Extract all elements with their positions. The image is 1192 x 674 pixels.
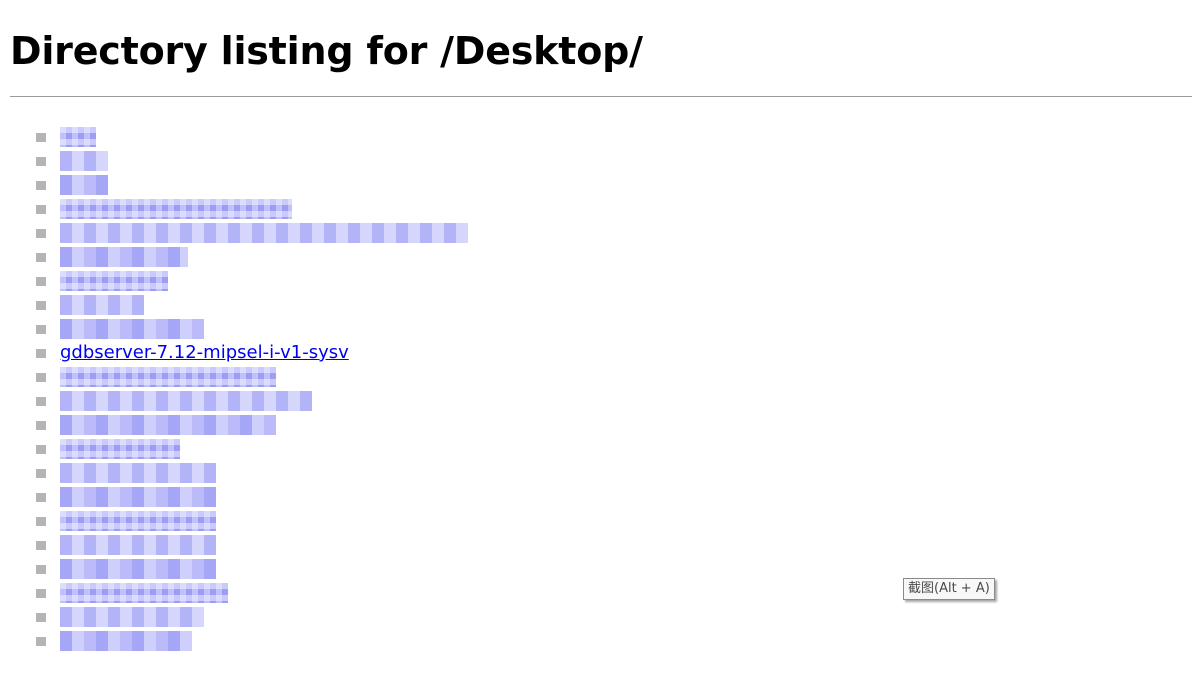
redacted-entry-link[interactable]	[60, 487, 216, 507]
bullet-icon	[36, 181, 46, 190]
redacted-entry-link[interactable]	[60, 175, 108, 195]
list-item	[0, 149, 520, 173]
bullet-icon	[36, 229, 46, 238]
redacted-entry-link[interactable]	[60, 127, 96, 147]
redacted-entry-link[interactable]	[60, 463, 216, 483]
bullet-icon	[36, 493, 46, 502]
bullet-icon	[36, 277, 46, 286]
bullet-icon	[36, 445, 46, 454]
list-item	[0, 581, 520, 605]
redacted-entry-link[interactable]	[60, 367, 276, 387]
redacted-entry-link[interactable]	[60, 199, 292, 219]
redacted-entry-link[interactable]	[60, 535, 216, 555]
list-item	[0, 317, 520, 341]
bullet-icon	[36, 613, 46, 622]
redacted-entry-link[interactable]	[60, 271, 168, 291]
list-item	[0, 437, 520, 461]
bullet-icon	[36, 541, 46, 550]
title-divider	[10, 96, 1192, 97]
list-item: gdbserver-7.12-mipsel-i-v1-sysv	[0, 341, 520, 365]
list-item	[0, 269, 520, 293]
bullet-icon	[36, 469, 46, 478]
redacted-entry-link[interactable]	[60, 295, 144, 315]
page-title: Directory listing for /Desktop/	[10, 29, 643, 73]
redacted-entry-link[interactable]	[60, 559, 216, 579]
list-item	[0, 221, 520, 245]
list-item	[0, 509, 520, 533]
bullet-icon	[36, 349, 46, 358]
redacted-entry-link[interactable]	[60, 319, 204, 339]
bullet-icon	[36, 325, 46, 334]
bullet-icon	[36, 637, 46, 646]
redacted-entry-link[interactable]	[60, 151, 108, 171]
redacted-entry-link[interactable]	[60, 223, 468, 243]
redacted-entry-link[interactable]	[60, 439, 180, 459]
list-item	[0, 365, 520, 389]
redacted-entry-link[interactable]	[60, 607, 204, 627]
list-item	[0, 173, 520, 197]
list-item	[0, 557, 520, 581]
redacted-entry-link[interactable]	[60, 391, 312, 411]
bullet-icon	[36, 157, 46, 166]
bullet-icon	[36, 565, 46, 574]
list-item	[0, 461, 520, 485]
bullet-icon	[36, 421, 46, 430]
redacted-entry-link[interactable]	[60, 511, 216, 531]
bullet-icon	[36, 253, 46, 262]
list-item	[0, 629, 520, 653]
list-item	[0, 245, 520, 269]
bullet-icon	[36, 133, 46, 142]
redacted-entry-link[interactable]	[60, 583, 228, 603]
list-item	[0, 125, 520, 149]
bullet-icon	[36, 589, 46, 598]
list-item	[0, 533, 520, 557]
bullet-icon	[36, 205, 46, 214]
redacted-entry-link[interactable]	[60, 415, 276, 435]
entry-link[interactable]: gdbserver-7.12-mipsel-i-v1-sysv	[60, 341, 349, 365]
list-item	[0, 485, 520, 509]
bullet-icon	[36, 373, 46, 382]
redacted-entry-link[interactable]	[60, 631, 192, 651]
bullet-icon	[36, 397, 46, 406]
bullet-icon	[36, 301, 46, 310]
list-item	[0, 389, 520, 413]
bullet-icon	[36, 517, 46, 526]
directory-listing: gdbserver-7.12-mipsel-i-v1-sysv	[0, 125, 520, 653]
list-item	[0, 605, 520, 629]
redacted-entry-link[interactable]	[60, 247, 188, 267]
list-item	[0, 293, 520, 317]
list-item	[0, 197, 520, 221]
list-item	[0, 413, 520, 437]
screenshot-tooltip: 截图(Alt + A)	[903, 578, 995, 600]
